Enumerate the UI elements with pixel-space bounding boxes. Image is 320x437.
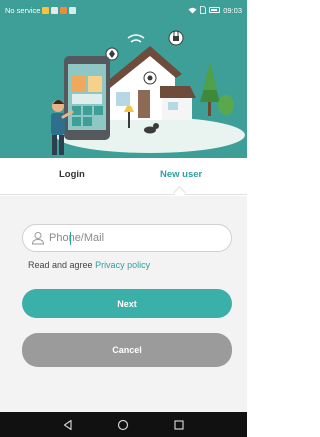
agree-text: Read and agree — [28, 260, 96, 270]
smart-home-illustration — [51, 30, 245, 155]
sim-icon — [200, 6, 207, 14]
back-button[interactable] — [61, 418, 75, 432]
notification-icon — [51, 6, 59, 14]
clock: 09:03 — [223, 5, 242, 15]
home-icon — [118, 419, 129, 430]
status-right: 09:03 — [188, 6, 242, 15]
home-button[interactable] — [116, 418, 130, 432]
image-icon — [69, 6, 77, 14]
cancel-button[interactable]: Cancel — [22, 333, 232, 367]
carrier-text: No service — [5, 5, 41, 15]
back-icon — [63, 419, 72, 430]
status-bar: No service 09:03 — [0, 0, 247, 20]
hero-illustration — [0, 20, 247, 158]
system-nav-bar — [0, 412, 247, 437]
recents-button[interactable] — [172, 418, 186, 432]
tab-login[interactable]: Login — [59, 169, 85, 180]
phone-mail-input[interactable] — [49, 228, 209, 248]
privacy-policy-link[interactable]: Privacy policy — [95, 260, 150, 270]
notification-icon — [60, 6, 68, 14]
user-icon — [31, 232, 45, 245]
battery-icon — [209, 7, 221, 13]
tab-new-user[interactable]: New user — [160, 169, 202, 180]
recents-icon — [174, 419, 184, 430]
auth-tabs: Login New user — [0, 158, 247, 199]
wifi-icon — [188, 7, 197, 13]
agreement-row: Read and agree Privacy policy — [28, 260, 150, 270]
phone-mail-field[interactable] — [22, 224, 232, 252]
status-left: No service — [5, 5, 77, 15]
next-button[interactable]: Next — [22, 289, 232, 318]
text-cursor — [70, 232, 71, 245]
notification-icon — [42, 6, 50, 14]
